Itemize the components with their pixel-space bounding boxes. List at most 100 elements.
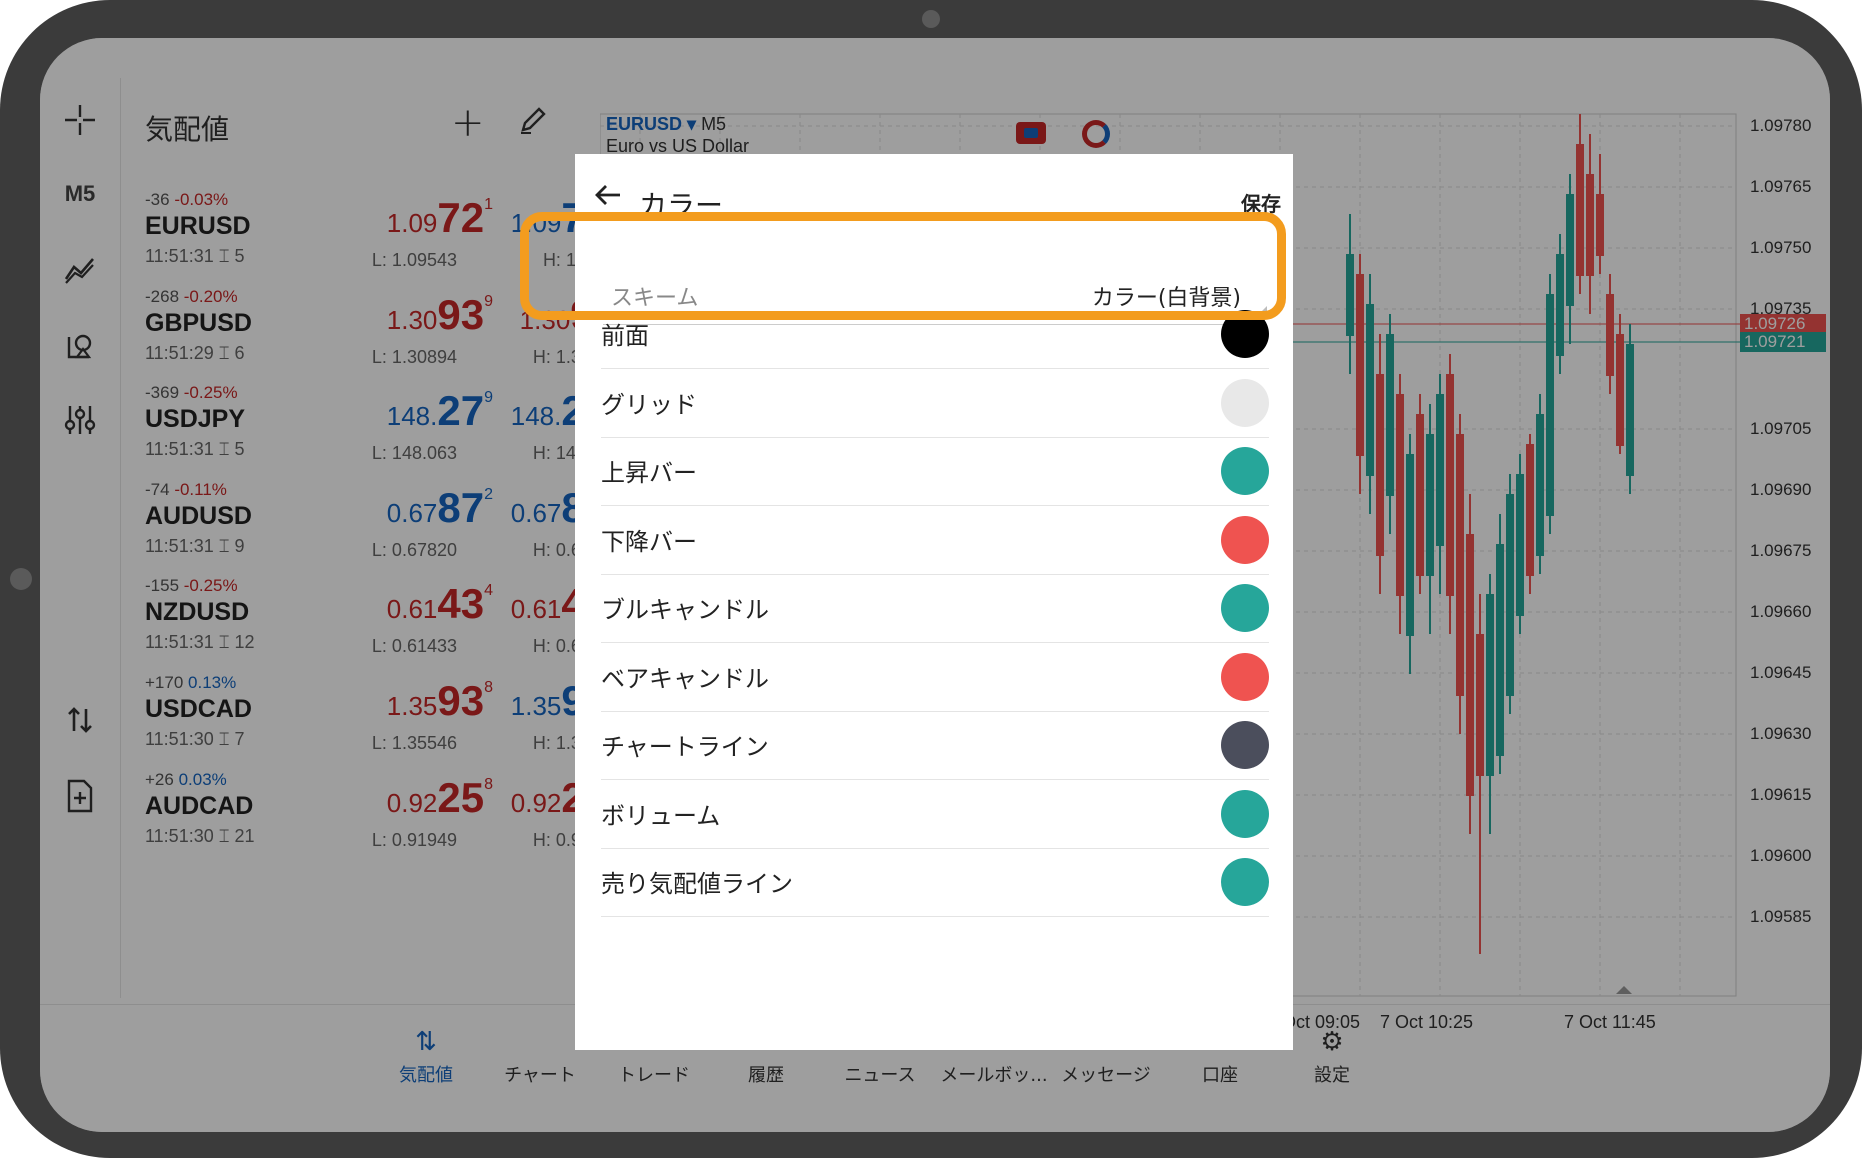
objects-icon[interactable] (54, 320, 106, 372)
candle-body (1586, 174, 1594, 276)
candle-body (1486, 594, 1494, 776)
color-row-label: 売り気配値ライン (601, 870, 793, 898)
symbol-name: AUDUSD (145, 501, 252, 530)
candle-body (1556, 254, 1564, 356)
candle-body (1606, 294, 1614, 376)
price-axis-label: 1.09690 (1750, 480, 1812, 499)
color-swatch[interactable] (1221, 584, 1269, 632)
price-axis-label: 1.09705 (1750, 419, 1812, 438)
quotes-panel: 気配値 + -36 -0.03% EURUSD 11:51:31 ⌶ 5 1.0972… (120, 78, 621, 998)
nav-item[interactable]: ⇅ 気配値 (371, 1027, 481, 1087)
quote-time: 11:51:29 ⌶ 6 (145, 342, 245, 363)
color-swatch[interactable] (1221, 378, 1269, 427)
candle-body (1436, 394, 1444, 546)
color-row-label: グリッド (601, 390, 697, 419)
candle-body (1376, 374, 1384, 556)
symbol-name: USDCAD (145, 695, 252, 723)
color-row-label: チャートライン (601, 733, 769, 761)
low-price: L: 0.67820 (371, 539, 457, 560)
candle-body (1346, 254, 1354, 336)
nav-item[interactable]: ⚙ 設定 (1277, 1027, 1387, 1087)
symbol-name: EURUSD (145, 212, 251, 240)
candle-body (1516, 474, 1524, 616)
price-axis-label: 1.09660 (1750, 602, 1812, 621)
chart-symbol[interactable]: EURUSD ▾ M5 (606, 114, 726, 135)
time-marker (1616, 986, 1632, 994)
color-swatch[interactable] (1221, 447, 1269, 495)
candle-body (1356, 274, 1364, 456)
change-value: -74 -0.11% (145, 479, 227, 499)
color-swatch[interactable] (1221, 652, 1269, 701)
symbol-name: USDJPY (145, 405, 246, 434)
trade-levels-icon[interactable] (1082, 120, 1110, 148)
color-swatch[interactable] (1221, 515, 1269, 564)
price-axis-label: 1.09585 (1750, 907, 1812, 926)
color-row[interactable]: 売り気配値ライン (601, 836, 1269, 917)
nav-label: チャート (504, 1065, 576, 1086)
candle-body (1566, 194, 1574, 306)
bid-price-tag: 1.09721 (1740, 332, 1826, 352)
color-row-label: 前面 (601, 322, 649, 350)
color-swatch[interactable] (1221, 721, 1269, 769)
ask-price-tag: 1.09726 (1740, 314, 1826, 334)
timeframe-button[interactable]: M5 (54, 168, 106, 220)
scheme-highlight-box (520, 212, 1286, 320)
candle-body (1526, 444, 1534, 576)
candle-body (1446, 374, 1454, 596)
add-symbol-icon[interactable]: + (451, 100, 485, 146)
edit-pencil-icon[interactable] (517, 104, 549, 144)
color-row-label: ブルキャンドル (601, 596, 769, 624)
settings-sliders-icon[interactable] (54, 394, 106, 446)
nav-label: ニュース (844, 1065, 916, 1086)
low-price: L: 1.09543 (371, 250, 457, 270)
candle-body (1396, 394, 1404, 596)
candle-body (1616, 334, 1624, 446)
nav-icon: ⚙ (1320, 1027, 1344, 1057)
new-document-icon[interactable] (54, 770, 106, 822)
side-button (10, 568, 32, 590)
candle-body (1626, 344, 1634, 476)
candle-body (1416, 414, 1424, 576)
price-axis-label: 1.09645 (1750, 663, 1812, 682)
candle-body (1496, 544, 1504, 756)
nav-label: 口座 (1202, 1065, 1238, 1086)
change-value: +170 0.13% (145, 673, 237, 692)
one-click-trade-icon[interactable] (1016, 122, 1046, 144)
indicator-icon[interactable] (54, 244, 106, 296)
candle-body (1576, 144, 1584, 276)
change-value: -369 -0.25% (145, 383, 238, 403)
quote-time: 11:51:31 ⌶ 9 (145, 535, 245, 556)
symbol-name: GBPUSD (145, 308, 252, 337)
low-price: L: 148.063 (371, 443, 457, 464)
quote-time: 11:51:31 ⌶ 12 (145, 632, 255, 653)
nav-icon: ⇅ (415, 1027, 437, 1057)
nav-label: 気配値 (399, 1065, 453, 1086)
quote-row[interactable]: +26 0.03%AUDCAD11:51:30 ⌶ 210.922580.922… (121, 769, 621, 885)
nav-label: メッセージ (1061, 1065, 1151, 1086)
crosshair-icon[interactable] (54, 94, 106, 146)
candle-body (1386, 334, 1394, 496)
quote-time: 11:51:31 ⌶ 5 (145, 246, 245, 266)
color-swatch[interactable] (1221, 789, 1269, 838)
candle-body (1546, 294, 1554, 516)
color-row-label: 下降バー (601, 527, 697, 556)
candle-body (1406, 454, 1414, 636)
quote-time: 11:51:31 ⌶ 5 (145, 439, 245, 460)
nav-label: 履歴 (748, 1065, 784, 1086)
candle-body (1476, 634, 1484, 776)
change-value: -155 -0.25% (145, 576, 238, 596)
color-swatch[interactable] (1221, 858, 1269, 906)
nav-label: 設定 (1314, 1065, 1350, 1086)
change-value: +26 0.03% (145, 769, 227, 789)
trade-arrows-icon[interactable] (54, 694, 106, 746)
quote-time: 11:51:30 ⌶ 21 (145, 825, 255, 846)
camera-dot (922, 10, 940, 28)
symbol-name: AUDCAD (145, 791, 254, 820)
quote-time: 11:51:30 ⌶ 7 (145, 729, 245, 749)
price-axis-label: 1.09615 (1750, 785, 1812, 804)
change-value: -268 -0.20% (145, 286, 238, 306)
price-axis-label: 1.09765 (1750, 177, 1812, 196)
candle-body (1366, 304, 1374, 476)
low-price: L: 1.35546 (371, 733, 457, 753)
candle-body (1426, 434, 1434, 576)
